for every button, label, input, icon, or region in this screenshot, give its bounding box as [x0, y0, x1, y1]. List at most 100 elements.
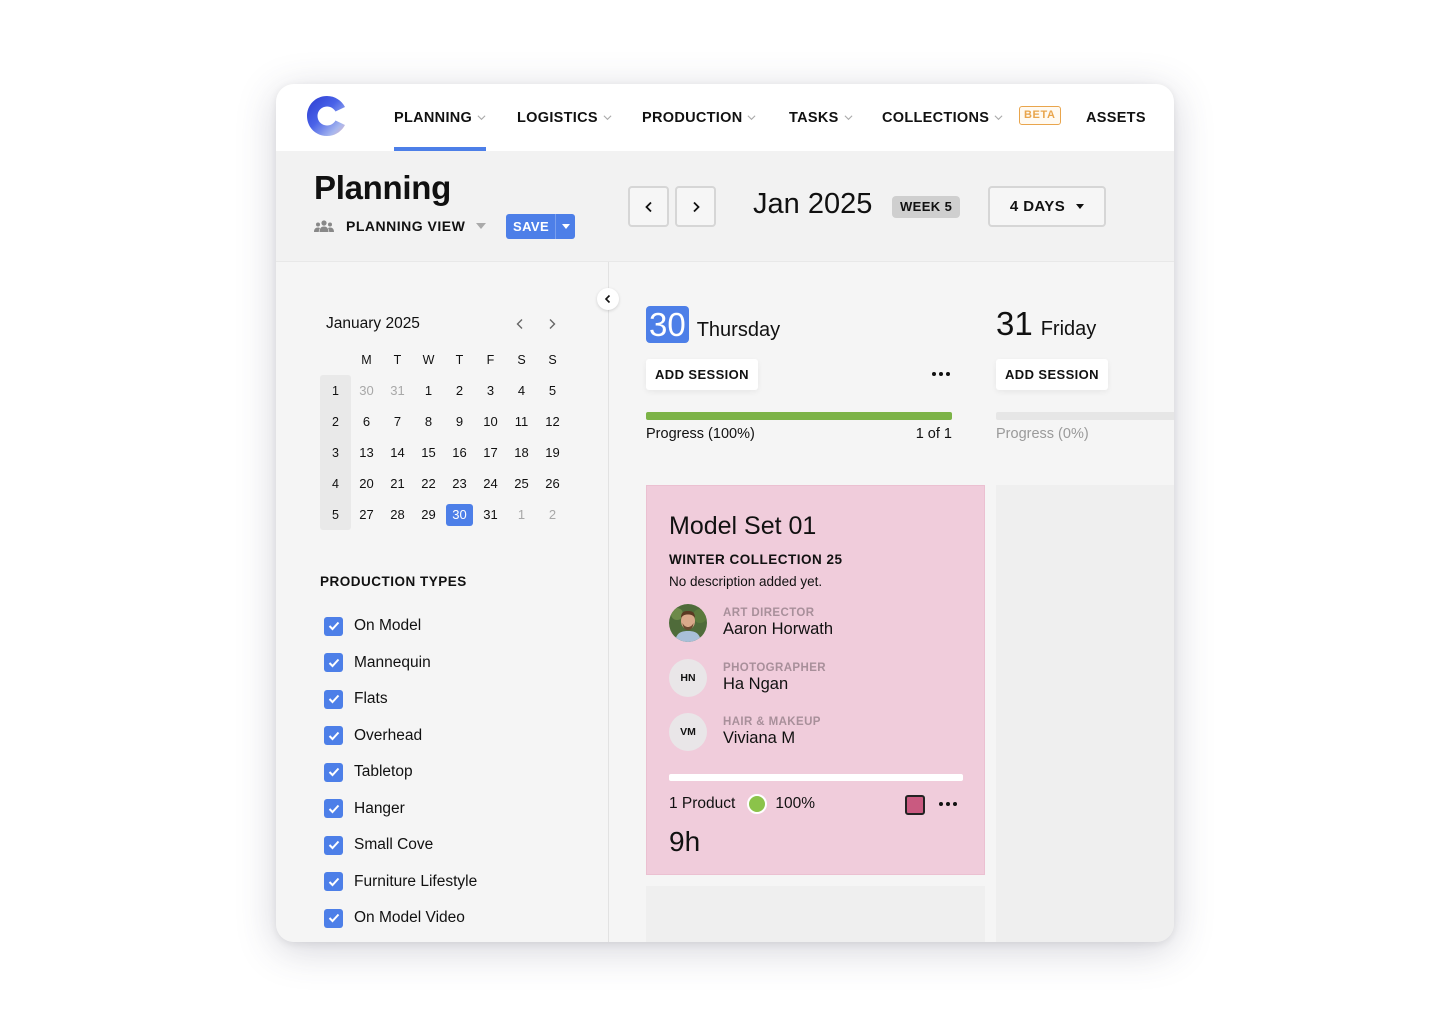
collapse-sidebar-button[interactable]: [597, 288, 619, 310]
calendar-day[interactable]: 12: [537, 414, 568, 429]
nav-planning[interactable]: PLANNING: [394, 84, 487, 151]
more-options-icon[interactable]: [932, 372, 950, 376]
calendar-day[interactable]: 2: [444, 383, 475, 398]
view-selector[interactable]: PLANNING VIEW: [314, 215, 487, 237]
calendar-day[interactable]: 8: [413, 414, 444, 429]
weekday-label: F: [486, 352, 495, 367]
calendar-day[interactable]: 26: [537, 476, 568, 491]
week-number[interactable]: 5: [320, 508, 351, 522]
calendar-day[interactable]: 23: [444, 476, 475, 491]
add-session-button[interactable]: ADD SESSION: [996, 359, 1108, 390]
calendar-day[interactable]: 19: [537, 445, 568, 460]
add-session-button[interactable]: ADD SESSION: [646, 359, 758, 390]
calendar-day[interactable]: 27: [351, 507, 382, 522]
calendar-day[interactable]: 22: [413, 476, 444, 491]
production-type-item[interactable]: Mannequin: [324, 645, 477, 682]
checkmark-icon: [328, 731, 339, 741]
calendar-day[interactable]: 24: [475, 476, 506, 491]
calendar-week-row: 3 13 14 15 16 17 18 19: [320, 437, 568, 468]
checkbox[interactable]: [324, 908, 343, 928]
calendar-day[interactable]: 4: [506, 383, 537, 398]
production-type-item[interactable]: Furniture Lifestyle: [324, 864, 477, 901]
calendar-day[interactable]: 29: [413, 507, 444, 522]
nav-label: PLANNING: [394, 109, 473, 126]
calendar-next-button[interactable]: [544, 316, 560, 332]
production-type-item[interactable]: Tabletop: [324, 754, 477, 791]
next-period-button[interactable]: [675, 186, 716, 227]
session-description: No description added yet.: [669, 574, 823, 589]
crew-member[interactable]: HN PHOTOGRAPHER Ha Ngan: [669, 659, 826, 697]
calendar-day[interactable]: 21: [382, 476, 413, 491]
week-number[interactable]: 2: [320, 415, 351, 429]
weekday-label: S: [517, 352, 526, 367]
calendar-day[interactable]: 16: [444, 445, 475, 460]
session-footer: 1 Product 100%: [669, 792, 963, 816]
calendar-day[interactable]: 6: [351, 414, 382, 429]
calendar-day[interactable]: 7: [382, 414, 413, 429]
week-number[interactable]: 3: [320, 446, 351, 460]
calendar-day[interactable]: 10: [475, 414, 506, 429]
production-type-item[interactable]: Hanger: [324, 791, 477, 828]
color-swatch[interactable]: [905, 795, 925, 815]
session-title: Model Set 01: [669, 512, 817, 540]
checkbox[interactable]: [324, 653, 343, 673]
calendar-day[interactable]: 13: [351, 445, 382, 460]
production-type-item[interactable]: Flats: [324, 681, 477, 718]
nav-assets[interactable]: ASSETS: [1086, 84, 1146, 151]
calendar-day[interactable]: 2: [537, 507, 568, 522]
nav-tasks[interactable]: TASKS: [789, 84, 853, 151]
calendar-day[interactable]: 17: [475, 445, 506, 460]
checkbox[interactable]: [324, 835, 343, 855]
crew-member[interactable]: VM HAIR & MAKEUP Viviana M: [669, 713, 821, 751]
app-logo-icon[interactable]: [306, 94, 348, 138]
calendar-day[interactable]: 31: [382, 383, 413, 398]
weekday-label: T: [455, 352, 464, 367]
production-type-item[interactable]: On Model Video: [324, 900, 477, 937]
session-card[interactable]: Model Set 01 WINTER COLLECTION 25 No des…: [646, 485, 985, 875]
calendar-day[interactable]: 5: [537, 383, 568, 398]
production-type-label: Small Cove: [354, 836, 434, 854]
checkbox[interactable]: [324, 616, 343, 636]
calendar-day[interactable]: 28: [382, 507, 413, 522]
previous-period-button[interactable]: [628, 186, 669, 227]
calendar-day[interactable]: 9: [444, 414, 475, 429]
chevron-right-icon: [692, 201, 700, 212]
calendar-day[interactable]: 18: [506, 445, 537, 460]
calendar-day[interactable]: 25: [506, 476, 537, 491]
calendar-day[interactable]: 31: [475, 507, 506, 522]
crew-member[interactable]: ART DIRECTOR Aaron Horwath: [669, 604, 833, 642]
weekday-header-row: M T W T F S S: [320, 344, 568, 375]
week-number[interactable]: 1: [320, 384, 351, 398]
day-label: 30: [446, 503, 473, 526]
calendar-day[interactable]: 3: [475, 383, 506, 398]
calendar-day[interactable]: 1: [413, 383, 444, 398]
calendar-day[interactable]: 1: [506, 507, 537, 522]
calendar-day[interactable]: 11: [506, 414, 537, 429]
production-type-item[interactable]: Overhead: [324, 718, 477, 755]
checkbox[interactable]: [324, 762, 343, 782]
calendar-day[interactable]: 14: [382, 445, 413, 460]
calendar-day[interactable]: 20: [351, 476, 382, 491]
nav-logistics[interactable]: LOGISTICS: [517, 84, 612, 151]
production-type-label: Overhead: [354, 726, 423, 744]
checkbox[interactable]: [324, 799, 343, 819]
range-dropdown[interactable]: 4 DAYS: [988, 186, 1106, 227]
empty-session-slot[interactable]: [646, 886, 985, 942]
checkbox[interactable]: [324, 872, 343, 892]
calendar-day-selected[interactable]: 30: [444, 503, 475, 526]
checkbox[interactable]: [324, 726, 343, 746]
checkbox[interactable]: [324, 689, 343, 709]
production-type-item[interactable]: On Model: [324, 608, 477, 645]
nav-collections[interactable]: COLLECTIONS: [882, 84, 1003, 151]
calendar-prev-button[interactable]: [512, 316, 528, 332]
calendar-day[interactable]: 30: [351, 383, 382, 398]
more-options-icon[interactable]: [939, 802, 957, 806]
nav-production[interactable]: PRODUCTION: [642, 84, 756, 151]
calendar-day[interactable]: 15: [413, 445, 444, 460]
production-type-item[interactable]: Small Cove: [324, 827, 477, 864]
week-number[interactable]: 4: [320, 477, 351, 491]
save-button[interactable]: SAVE: [506, 214, 575, 239]
save-options-toggle[interactable]: [555, 214, 575, 239]
friday-sessions-area[interactable]: [996, 485, 1174, 942]
chevron-down-icon: [994, 115, 1003, 121]
